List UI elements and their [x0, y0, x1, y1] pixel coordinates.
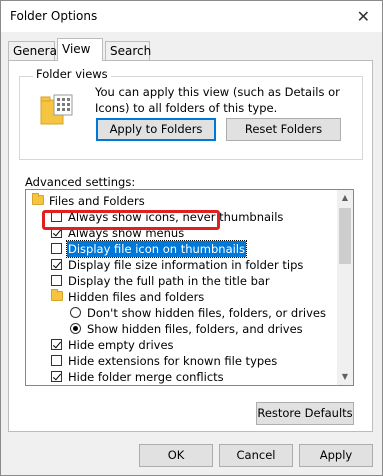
list-scrollbar[interactable]: ▲ ▼: [337, 190, 353, 385]
list-item: Hidden files and folders: [26, 289, 338, 305]
checkbox[interactable]: [51, 259, 62, 270]
list-item[interactable]: Display file size information in folder …: [26, 257, 338, 273]
list-item-label: Hidden files and folders: [68, 290, 205, 304]
radio-button[interactable]: [70, 307, 81, 318]
checkbox[interactable]: [51, 339, 62, 350]
reset-folders-button[interactable]: Reset Folders: [226, 118, 341, 141]
title-bar: Folder Options ✕: [1, 1, 382, 32]
list-item-label: Hide folder merge conflicts: [68, 370, 224, 384]
scroll-down-icon[interactable]: ▼: [337, 369, 353, 385]
annotation-highlight-box: [42, 210, 220, 230]
checkbox[interactable]: [51, 243, 62, 254]
list-item-label: Display the full path in the title bar: [68, 274, 270, 288]
ok-button[interactable]: OK: [139, 444, 213, 467]
radio-button[interactable]: [70, 323, 81, 334]
window-title: Folder Options: [10, 9, 98, 23]
apply-to-folders-button[interactable]: Apply to Folders: [96, 118, 216, 141]
scroll-thumb[interactable]: [339, 208, 351, 264]
restore-defaults-button[interactable]: Restore Defaults: [256, 402, 354, 425]
folder-icon: [32, 193, 44, 205]
list-item[interactable]: Show hidden files, folders, and drives: [26, 321, 338, 337]
list-item[interactable]: Display the full path in the title bar: [26, 273, 338, 289]
checkbox[interactable]: [51, 275, 62, 286]
checkbox[interactable]: [51, 371, 62, 382]
list-item: Files and Folders: [26, 193, 338, 209]
tab-view[interactable]: View: [57, 38, 103, 61]
list-item[interactable]: Hide extensions for known file types: [26, 353, 338, 369]
cancel-button[interactable]: Cancel: [219, 444, 293, 467]
advanced-settings-label: Advanced settings:: [25, 175, 136, 189]
scroll-up-icon[interactable]: ▲: [337, 190, 353, 206]
checkbox[interactable]: [51, 355, 62, 366]
list-item-label: Hide empty drives: [68, 338, 174, 352]
list-item[interactable]: Don't show hidden files, folders, or dri…: [26, 305, 338, 321]
list-item-label: Files and Folders: [49, 194, 145, 208]
tab-general[interactable]: General: [8, 41, 60, 60]
list-item[interactable]: Hide empty drives: [26, 337, 338, 353]
folder-views-label: Folder views: [33, 67, 111, 81]
list-item-selected[interactable]: Display file icon on thumbnails: [26, 240, 338, 258]
close-icon[interactable]: ✕: [357, 7, 370, 26]
list-item[interactable]: Hide folder merge conflicts: [26, 369, 338, 385]
apply-button[interactable]: Apply: [299, 444, 373, 467]
tab-search[interactable]: Search: [105, 41, 151, 60]
folder-views-icon: [40, 94, 73, 125]
list-item-label: Show hidden files, folders, and drives: [87, 322, 303, 336]
list-item-label: Hide extensions for known file types: [68, 354, 278, 368]
list-item-label: Display file size information in folder …: [68, 258, 304, 272]
list-item-label: Don't show hidden files, folders, or dri…: [87, 306, 327, 320]
folder-icon: [51, 289, 63, 301]
folder-views-description: You can apply this view (such as Details…: [95, 85, 340, 115]
list-item-label: Display file icon on thumbnails: [66, 240, 247, 258]
